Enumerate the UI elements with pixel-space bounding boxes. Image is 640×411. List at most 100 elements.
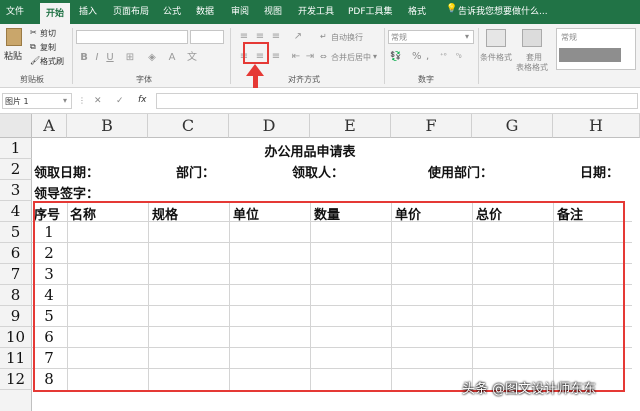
column-header-d[interactable]: D	[229, 114, 310, 138]
row-header-3[interactable]: 3	[0, 180, 32, 201]
copy-button[interactable]: 复制	[40, 42, 56, 53]
increase-indent-icon[interactable]: ⇥	[304, 50, 316, 64]
paste-button[interactable]: 粘贴	[4, 49, 22, 62]
cut-button[interactable]: 剪切	[40, 28, 56, 39]
chevron-down-icon[interactable]: ▾	[373, 52, 377, 61]
column-header-e[interactable]: E	[310, 114, 391, 138]
tab-view[interactable]: 视图	[264, 4, 282, 17]
wrap-text-icon[interactable]: ↵	[320, 32, 327, 41]
dept-label[interactable]: 部门：	[176, 162, 215, 181]
table-highlight-box	[33, 201, 625, 392]
align-center-highlight	[243, 42, 269, 64]
row-header-8[interactable]: 8	[0, 285, 32, 306]
tab-pdf-tools[interactable]: PDF工具集	[348, 4, 393, 17]
tab-formulas[interactable]: 公式	[163, 4, 181, 17]
watermark: 头条 @图文设计师东东	[462, 382, 597, 397]
row-header-13[interactable]	[0, 390, 32, 411]
cell-styles-gallery[interactable]: 常规	[556, 28, 636, 70]
formula-bar: 图片 1 ▾ ⋮ ✕ ✓ fx	[0, 88, 640, 114]
tab-review[interactable]: 审阅	[231, 4, 249, 17]
ribbon-separator	[384, 28, 385, 84]
column-header-f[interactable]: F	[391, 114, 472, 138]
chevron-down-icon: ▾	[63, 96, 68, 105]
row-header-7[interactable]: 7	[0, 264, 32, 285]
number-group-label: 数字	[418, 75, 434, 84]
decrease-indent-icon[interactable]: ⇤	[290, 50, 302, 64]
enter-icon[interactable]: ✓	[116, 96, 124, 106]
date-label[interactable]: 日期：	[580, 162, 619, 181]
accounting-format-icon[interactable]: 💱	[390, 52, 401, 62]
formula-input[interactable]	[156, 93, 638, 109]
use-dept-label[interactable]: 使用部门：	[428, 162, 493, 181]
column-header-g[interactable]: G	[472, 114, 553, 138]
underline-icon[interactable]: U	[105, 51, 115, 65]
sheet-title[interactable]: 办公用品申请表	[229, 141, 391, 160]
row-header-10[interactable]: 10	[0, 327, 32, 348]
decrease-decimal-icon[interactable]: ⁰₀	[456, 52, 462, 60]
tab-insert[interactable]: 插入	[79, 4, 97, 17]
increase-decimal-icon[interactable]: ⁺⁰	[440, 52, 447, 60]
tab-page-layout[interactable]: 页面布局	[113, 4, 149, 17]
row-header-9[interactable]: 9	[0, 306, 32, 327]
tell-me-search[interactable]: 告诉我您想要做什么...	[458, 4, 548, 17]
ribbon-separator	[72, 28, 73, 84]
name-box[interactable]: 图片 1 ▾	[2, 93, 72, 109]
cut-icon[interactable]: ✂	[30, 28, 37, 37]
cancel-icon[interactable]: ✕	[94, 96, 102, 106]
phonetic-icon[interactable]: 文	[186, 51, 198, 65]
collect-date-label[interactable]: 领取日期：	[34, 162, 99, 181]
font-size-select[interactable]	[190, 30, 224, 44]
conditional-format-icon[interactable]	[486, 29, 506, 47]
alignment-group-label: 对齐方式	[288, 75, 320, 84]
tab-developer[interactable]: 开发工具	[298, 4, 334, 17]
column-header-h[interactable]: H	[553, 114, 640, 138]
name-box-value: 图片 1	[5, 97, 29, 106]
align-right-icon[interactable]: ≡	[270, 50, 282, 64]
bold-icon[interactable]: B	[79, 51, 89, 65]
border-icon[interactable]: ⊞	[124, 51, 136, 65]
orientation-icon[interactable]: ↗	[292, 30, 304, 44]
merge-center-button[interactable]: 合并后居中	[331, 52, 371, 63]
tab-home[interactable]: 开始	[40, 3, 71, 24]
tab-data[interactable]: 数据	[196, 4, 214, 17]
tab-format[interactable]: 格式	[408, 4, 426, 17]
receiver-label[interactable]: 领取人：	[292, 162, 344, 181]
table-format-button[interactable]: 表格格式	[516, 62, 548, 73]
row-header-11[interactable]: 11	[0, 348, 32, 369]
style-swatch[interactable]	[559, 48, 621, 62]
row-header-1[interactable]: 1	[0, 138, 32, 159]
column-header-b[interactable]: B	[67, 114, 148, 138]
tab-file[interactable]: 文件	[6, 4, 24, 17]
merge-center-icon[interactable]: ⇔	[320, 52, 327, 61]
lightbulb-icon: 💡	[446, 4, 458, 14]
fill-color-icon[interactable]: ◈	[146, 51, 158, 65]
comma-button[interactable]: ,	[426, 51, 429, 62]
style-normal[interactable]: 常规	[561, 32, 577, 43]
row-header-5[interactable]: 5	[0, 222, 32, 243]
select-all-corner[interactable]	[0, 114, 32, 138]
column-header-a[interactable]: A	[32, 114, 67, 138]
column-header-c[interactable]: C	[148, 114, 229, 138]
align-bottom-icon[interactable]: ≡	[270, 30, 282, 44]
row-header-6[interactable]: 6	[0, 243, 32, 264]
percent-button[interactable]: %	[412, 51, 422, 62]
leader-sign-label[interactable]: 领导签字：	[34, 183, 99, 202]
font-name-select[interactable]	[76, 30, 188, 44]
format-painter-icon[interactable]: 🖌	[30, 56, 40, 65]
format-painter-button[interactable]: 格式刷	[40, 56, 64, 67]
paste-icon[interactable]	[6, 28, 22, 46]
insert-function-icon[interactable]: fx	[138, 95, 147, 105]
font-color-icon[interactable]: A	[166, 51, 178, 65]
row-header-4[interactable]: 4	[0, 201, 32, 222]
chevron-down-icon: ▾	[465, 32, 470, 41]
table-format-icon[interactable]	[522, 29, 542, 47]
row-header-12[interactable]: 12	[0, 369, 32, 390]
copy-icon[interactable]: ⧉	[30, 42, 36, 52]
conditional-format-button[interactable]: 条件格式	[480, 52, 512, 63]
row-header-2[interactable]: 2	[0, 159, 32, 180]
italic-icon[interactable]: I	[92, 51, 102, 65]
wrap-text-button[interactable]: 自动换行	[331, 32, 363, 43]
number-format-value: 常规	[391, 33, 407, 42]
number-format-select[interactable]: 常规 ▾	[388, 30, 474, 44]
ribbon-tab-bar: 文件 开始 插入 页面布局 公式 数据 审阅 视图 开发工具 PDF工具集 格式…	[0, 0, 640, 24]
